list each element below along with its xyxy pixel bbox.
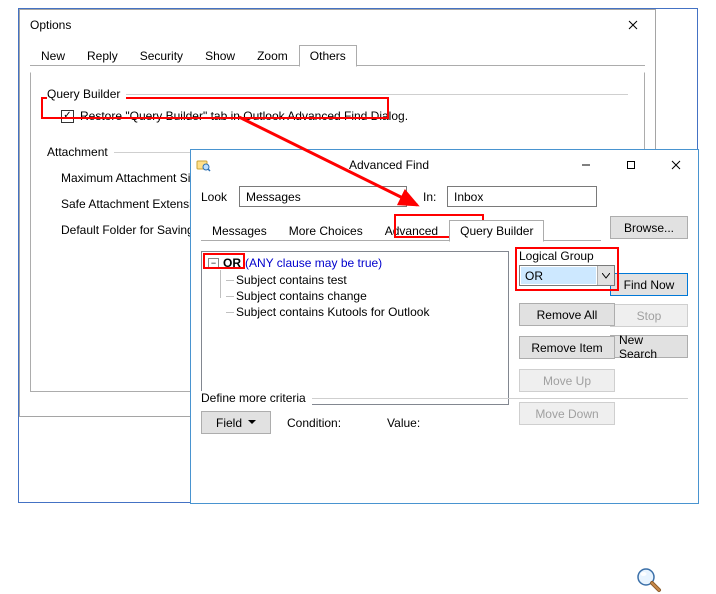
tab-security[interactable]: Security — [129, 45, 194, 66]
options-tabs: New Reply Security Show Zoom Others — [30, 42, 645, 66]
search-app-icon — [195, 157, 211, 173]
define-criteria-label: Define more criteria — [201, 391, 312, 405]
tab-new[interactable]: New — [30, 45, 76, 66]
af-tabs: Messages More Choices Advanced Query Bui… — [201, 217, 601, 241]
in-value: Inbox — [454, 190, 483, 204]
magnifier-icon — [635, 566, 663, 594]
define-criteria: Define more criteria Field Condition: Va… — [201, 391, 688, 434]
minimize-icon — [581, 160, 591, 170]
move-up-button: Move Up — [519, 369, 615, 392]
af-tab-query-builder[interactable]: Query Builder — [449, 220, 544, 242]
logical-group-box: Logical Group OR — [519, 249, 615, 286]
logical-group-value: OR — [521, 267, 596, 284]
advanced-find-window: Advanced Find Look Messages In: Inbox — [190, 149, 699, 504]
af-close-button[interactable] — [653, 150, 698, 180]
af-title: Advanced Find — [215, 158, 563, 172]
af-tab-messages[interactable]: Messages — [201, 220, 278, 241]
maximize-icon — [626, 160, 636, 170]
restore-qb-label: Restore "Query Builder" tab in Outlook A… — [80, 109, 408, 123]
af-tab-more-choices[interactable]: More Choices — [278, 220, 374, 241]
look-value: Messages — [246, 190, 301, 204]
query-builder-group: Query Builder — [47, 87, 628, 101]
restore-qb-checkbox[interactable] — [61, 110, 74, 123]
tree-root-op: OR — [223, 256, 241, 270]
restore-qb-checkbox-row[interactable]: Restore "Query Builder" tab in Outlook A… — [61, 109, 628, 123]
tab-show[interactable]: Show — [194, 45, 246, 66]
query-builder-group-label: Query Builder — [47, 87, 126, 101]
af-titlebar: Advanced Find — [191, 150, 698, 180]
af-minimize-button[interactable] — [563, 150, 608, 180]
remove-item-button[interactable]: Remove Item — [519, 336, 615, 359]
field-button-label: Field — [216, 416, 242, 430]
tree-item[interactable]: Subject contains test — [226, 272, 502, 288]
options-title: Options — [30, 18, 610, 32]
clause-tree[interactable]: − OR (ANY clause may be true) Subject co… — [201, 251, 509, 405]
field-button[interactable]: Field — [201, 411, 271, 434]
options-close-button[interactable] — [610, 10, 655, 40]
af-app-icon — [191, 157, 215, 173]
tree-item[interactable]: Subject contains change — [226, 288, 502, 304]
close-icon — [628, 20, 638, 30]
close-icon — [671, 160, 681, 170]
tree-root[interactable]: − OR (ANY clause may be true) — [208, 256, 502, 270]
tree-collapse-icon[interactable]: − — [208, 258, 219, 269]
logical-group-label: Logical Group — [519, 249, 615, 263]
value-label: Value: — [387, 416, 420, 430]
af-tab-advanced[interactable]: Advanced — [374, 220, 449, 241]
look-in-row: Look Messages In: Inbox — [201, 186, 688, 207]
af-maximize-button[interactable] — [608, 150, 653, 180]
tree-root-hint: (ANY clause may be true) — [245, 256, 382, 270]
tree-item[interactable]: Subject contains Kutools for Outlook — [226, 304, 502, 320]
chevron-down-icon — [597, 266, 614, 285]
condition-label: Condition: — [287, 416, 341, 430]
look-field[interactable]: Messages — [239, 186, 407, 207]
remove-all-button[interactable]: Remove All — [519, 303, 615, 326]
in-label: In: — [423, 190, 441, 204]
tab-others[interactable]: Others — [299, 45, 357, 67]
in-field[interactable]: Inbox — [447, 186, 597, 207]
chevron-down-icon — [248, 420, 256, 425]
tree-children: Subject contains test Subject contains c… — [226, 272, 502, 320]
look-label: Look — [201, 190, 233, 204]
tab-zoom[interactable]: Zoom — [246, 45, 299, 66]
logical-group-select[interactable]: OR — [519, 265, 615, 286]
af-body: Look Messages In: Inbox Browse... Find N… — [191, 180, 698, 442]
tab-reply[interactable]: Reply — [76, 45, 129, 66]
browse-button[interactable]: Browse... — [610, 216, 688, 239]
options-titlebar: Options — [20, 10, 655, 40]
attachment-group-label: Attachment — [47, 145, 114, 159]
